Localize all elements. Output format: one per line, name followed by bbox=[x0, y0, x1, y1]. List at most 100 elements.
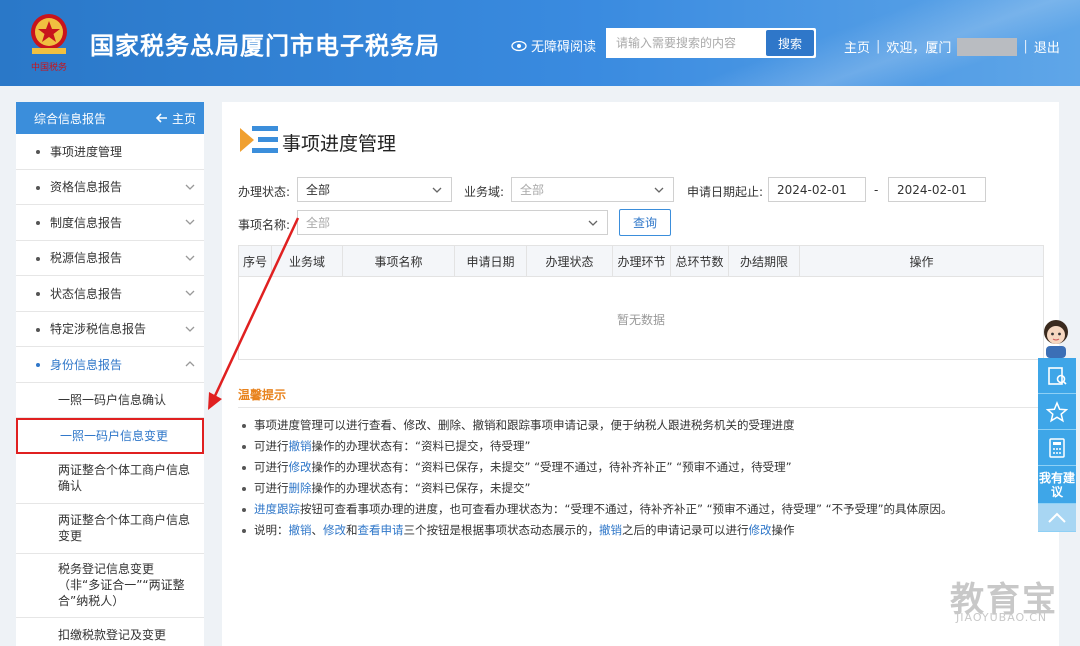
modify-link[interactable]: 修改 bbox=[749, 523, 772, 537]
tip-item: 进度跟踪按钮可查看事项办理的进度，也可查看办理状态为：“受理不通过，待补齐补正”… bbox=[240, 499, 953, 520]
home-link[interactable]: 主页 bbox=[844, 37, 870, 56]
sidebar-item-tax-source[interactable]: 税源信息报告 bbox=[16, 241, 204, 276]
logout-link[interactable]: 退出 bbox=[1034, 37, 1060, 56]
sub-item-individual-confirm[interactable]: 两证整合个体工商户信息确认 bbox=[16, 454, 204, 504]
nav-separator: | bbox=[876, 39, 881, 54]
domain-select[interactable]: 全部 bbox=[511, 177, 674, 202]
accessibility-link[interactable]: 无障碍阅读 bbox=[511, 36, 596, 55]
back-arrow-icon bbox=[155, 113, 167, 123]
domain-placeholder: 全部 bbox=[520, 183, 545, 197]
tips-title: 温馨提示 bbox=[238, 388, 287, 402]
delete-link[interactable]: 删除 bbox=[289, 481, 312, 495]
search-input[interactable] bbox=[606, 28, 764, 58]
sidebar-item-system[interactable]: 制度信息报告 bbox=[16, 205, 204, 241]
tip-item: 可进行修改操作的办理状态有：“资料已保存，未提交” “受理不通过，待补齐补正” … bbox=[240, 457, 953, 478]
modify-link[interactable]: 修改 bbox=[289, 460, 312, 474]
item-name-placeholder: 全部 bbox=[306, 216, 331, 230]
sidebar-item-label: 状态信息报告 bbox=[50, 286, 123, 301]
tip-text: 事项进度管理可以进行查看、修改、删除、撤销和跟踪事项申请记录，便于纳税人跟进税务… bbox=[254, 418, 795, 432]
sidebar-item-label: 身份信息报告 bbox=[50, 357, 123, 372]
handbook-button[interactable] bbox=[1038, 358, 1076, 394]
assistant-avatar-icon[interactable] bbox=[1036, 316, 1076, 358]
sidebar-item-label: 税源信息报告 bbox=[50, 251, 123, 266]
sidebar-home-label: 主页 bbox=[171, 111, 196, 126]
column-header: 总环节数 bbox=[671, 246, 729, 276]
sidebar-item-progress[interactable]: 事项进度管理 bbox=[16, 134, 204, 170]
floating-toolbar: 我有建议 bbox=[1038, 358, 1076, 532]
chevron-down-icon bbox=[185, 326, 195, 332]
sub-item-individual-change[interactable]: 两证整合个体工商户信息变更 bbox=[16, 504, 204, 554]
chevron-up-icon bbox=[1048, 512, 1066, 523]
column-header: 序号 bbox=[239, 246, 272, 276]
tip-text: 三个按钮是根据事项状态动态展示的， bbox=[403, 523, 600, 537]
tip-text: 、 bbox=[311, 523, 324, 537]
progress-track-link[interactable]: 进度跟踪 bbox=[254, 502, 300, 516]
tip-text: 可进行 bbox=[254, 439, 289, 453]
accessibility-label: 无障碍阅读 bbox=[531, 40, 597, 55]
item-name-select[interactable]: 全部 bbox=[297, 210, 608, 235]
back-to-top-button[interactable] bbox=[1038, 504, 1076, 532]
date-to-input[interactable]: 2024-02-01 bbox=[888, 177, 986, 202]
site-header: 中国税务 国家税务总局厦门市电子税务局 无障碍阅读 搜索 主页 | 欢迎，厦门 … bbox=[0, 0, 1080, 86]
eye-icon bbox=[511, 40, 527, 51]
top-nav: 主页 | 欢迎，厦门 | 退出 bbox=[844, 37, 1060, 56]
calculator-button[interactable] bbox=[1038, 430, 1076, 466]
tip-text: 操作的办理状态有：“资料已保存，未提交” bbox=[311, 481, 531, 495]
suggestion-button[interactable]: 我有建议 bbox=[1038, 466, 1076, 504]
revoke-link[interactable]: 撤销 bbox=[289, 439, 312, 453]
masked-username bbox=[957, 37, 1018, 56]
sidebar-item-label: 特定涉税信息报告 bbox=[50, 322, 147, 337]
tip-text: 可进行 bbox=[254, 460, 289, 474]
chevron-down-icon bbox=[432, 187, 442, 193]
chevron-down-icon bbox=[588, 220, 598, 226]
sidebar-home-link[interactable]: 主页 bbox=[155, 110, 196, 127]
column-header: 办理环节 bbox=[613, 246, 671, 276]
tax-emblem-logo: 中国税务 bbox=[31, 14, 67, 73]
column-header: 办理状态 bbox=[527, 246, 613, 276]
date-range-label: 申请日期起止: bbox=[687, 185, 764, 199]
status-select[interactable]: 全部 bbox=[297, 177, 452, 202]
calculator-icon bbox=[1049, 437, 1065, 458]
main-panel: 事项进度管理 办理状态: 全部 业务域: 全部 申请日期起止: 2024-02-… bbox=[222, 102, 1059, 646]
tip-text: 之后的申请记录可以进行 bbox=[622, 523, 749, 537]
date-separator: - bbox=[874, 183, 879, 197]
sidebar-item-label: 事项进度管理 bbox=[50, 144, 123, 159]
svg-text:中国税务: 中国税务 bbox=[31, 61, 67, 73]
tip-text: 说明： bbox=[254, 523, 289, 537]
sub-item-registration-change[interactable]: 税务登记信息变更（非“多证合一”“两证整合”纳税人） bbox=[16, 554, 204, 618]
tip-text: 可进行 bbox=[254, 481, 289, 495]
sidebar-title: 综合信息报告 bbox=[34, 111, 107, 126]
sidebar-header: 综合信息报告 主页 bbox=[16, 102, 204, 134]
tip-item: 可进行删除操作的办理状态有：“资料已保存，未提交” bbox=[240, 478, 953, 499]
column-header: 办结期限 bbox=[729, 246, 800, 276]
column-header: 业务域 bbox=[272, 246, 343, 276]
date-from-input[interactable]: 2024-02-01 bbox=[768, 177, 866, 202]
chevron-down-icon bbox=[185, 290, 195, 297]
tips-list: 事项进度管理可以进行查看、修改、删除、撤销和跟踪事项申请记录，便于纳税人跟进税务… bbox=[240, 415, 953, 541]
sub-item-confirm[interactable]: 一照一码户信息确认 bbox=[16, 383, 204, 418]
tip-text: 操作 bbox=[771, 523, 795, 537]
revoke-link[interactable]: 撤销 bbox=[289, 523, 312, 537]
table-header: 序号 业务域 事项名称 申请日期 办理状态 办理环节 总环节数 办结期限 操作 bbox=[239, 246, 1043, 277]
favorite-button[interactable] bbox=[1038, 394, 1076, 430]
chevron-up-icon bbox=[185, 361, 195, 367]
column-header: 事项名称 bbox=[343, 246, 455, 276]
sidebar: 综合信息报告 主页 事项进度管理 资格信息报告 制度信息报告 税源信息报告 状态… bbox=[16, 102, 204, 646]
sub-item-withholding[interactable]: 扣缴税款登记及变更 bbox=[16, 618, 204, 646]
search-button[interactable]: 搜索 bbox=[766, 30, 814, 56]
sidebar-item-specific[interactable]: 特定涉税信息报告 bbox=[16, 312, 204, 347]
sidebar-item-status[interactable]: 状态信息报告 bbox=[16, 276, 204, 312]
view-application-link[interactable]: 查看申请 bbox=[358, 523, 404, 537]
list-play-icon bbox=[240, 126, 278, 153]
sidebar-item-label: 资格信息报告 bbox=[50, 180, 123, 195]
tip-text: 和 bbox=[346, 523, 358, 537]
modify-link[interactable]: 修改 bbox=[323, 523, 346, 537]
query-button[interactable]: 查询 bbox=[619, 209, 671, 236]
revoke-link[interactable]: 撤销 bbox=[599, 523, 622, 537]
sidebar-item-identity[interactable]: 身份信息报告 bbox=[16, 347, 204, 383]
sub-item-change-selected[interactable]: 一照一码户信息变更 bbox=[16, 418, 204, 454]
sidebar-item-qualification[interactable]: 资格信息报告 bbox=[16, 170, 204, 205]
chevron-down-icon bbox=[654, 187, 664, 193]
tip-text: 按钮可查看事项办理的进度，也可查看办理状态为：“受理不通过，待补齐补正” “预审… bbox=[300, 502, 953, 516]
empty-state: 暂无数据 bbox=[616, 312, 665, 327]
